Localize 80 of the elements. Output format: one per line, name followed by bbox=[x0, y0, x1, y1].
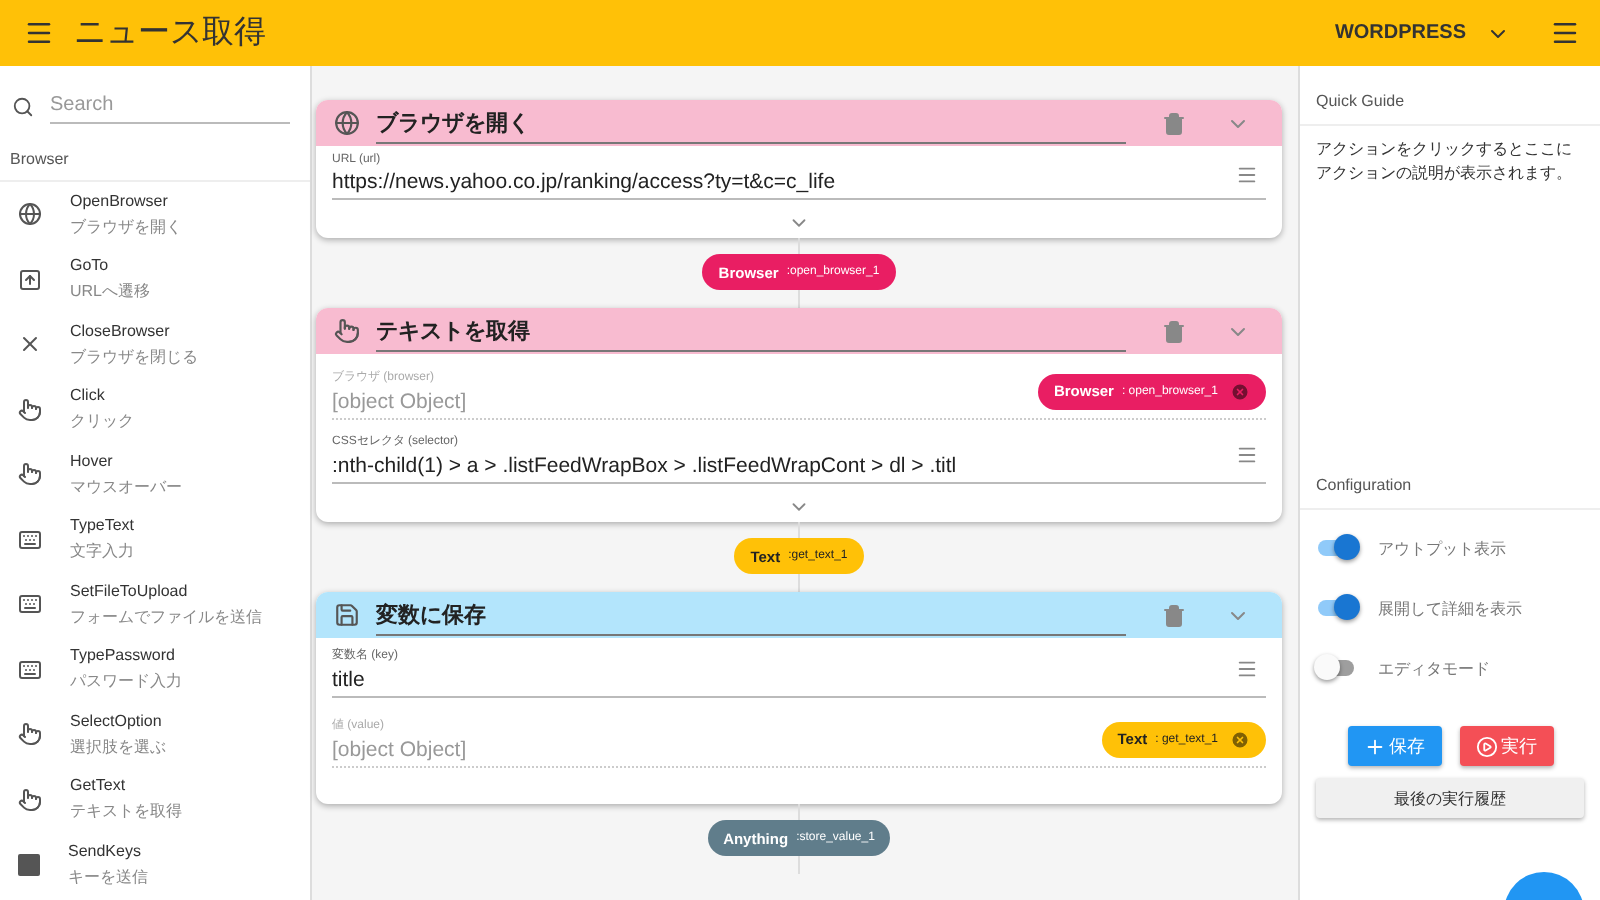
field-value: https://news.yahoo.co.jp/ranking/access?ty=t&c=c_life bbox=[332, 170, 838, 194]
action-name: TypePassword bbox=[70, 646, 177, 665]
field-placeholder: [object Object] bbox=[332, 738, 469, 762]
action-description: 文字入力 bbox=[70, 540, 135, 563]
section-label: Browser bbox=[0, 130, 310, 182]
menu-icon[interactable] bbox=[1236, 163, 1258, 185]
pointer-hand-icon bbox=[18, 787, 42, 812]
menu-icon[interactable] bbox=[24, 18, 54, 48]
sidebar-item[interactable]: SetFileToUpload フォームでファイルを送信 bbox=[0, 572, 310, 637]
field-value: :nth-child(1) > a > .listFeedWrapBox > .listFeedWrapCont > dl > .titl bbox=[332, 454, 959, 478]
action-description: URLへ遷移 bbox=[70, 280, 151, 303]
action-name: SendKeys bbox=[68, 841, 143, 860]
sidebar-item[interactable]: SendKeys キーを送信 bbox=[0, 832, 310, 897]
action-name: CloseBrowser bbox=[70, 321, 172, 340]
sidebar-item[interactable]: GoTo URLへ遷移 bbox=[0, 247, 310, 312]
action-description: キーを送信 bbox=[68, 865, 148, 888]
action-description: ブラウザを閉じる bbox=[70, 345, 198, 368]
action-name: Hover bbox=[70, 451, 115, 470]
search-icon bbox=[12, 95, 34, 117]
toggle-switch[interactable] bbox=[1318, 660, 1354, 676]
panel-title: Configuration bbox=[1300, 450, 1600, 510]
project-selector[interactable]: WORDPRESS bbox=[1334, 21, 1510, 45]
sidebar-item[interactable]: Hover マウスオーバー bbox=[0, 442, 310, 507]
menu-icon[interactable] bbox=[1236, 444, 1258, 466]
letter-key-icon bbox=[18, 853, 40, 876]
action-description: クリック bbox=[70, 410, 134, 433]
action-name: TypeText bbox=[70, 516, 135, 535]
sidebar-item[interactable]: Click クリック bbox=[0, 377, 310, 442]
sidebar-item[interactable]: OpenBrowser ブラウザを開く bbox=[0, 182, 310, 247]
save-icon bbox=[334, 602, 360, 628]
trash-icon[interactable] bbox=[1162, 319, 1186, 343]
action-name: SelectOption bbox=[70, 711, 164, 730]
toggle-label: 展開して詳細を表示 bbox=[1378, 597, 1522, 619]
action-description: パスワード入力 bbox=[70, 670, 182, 693]
pointer-hand-icon bbox=[18, 462, 42, 487]
action-name: SetFileToUpload bbox=[70, 581, 190, 600]
keyboard-icon bbox=[18, 592, 42, 617]
remove-icon[interactable] bbox=[1230, 381, 1250, 401]
close-icon bbox=[18, 332, 42, 357]
action-description: フォームでファイルを送信 bbox=[70, 605, 262, 628]
sidebar-item[interactable]: GetText テキストを取得 bbox=[0, 767, 310, 832]
panel-title: Quick Guide bbox=[1300, 66, 1600, 126]
pointer-hand-icon bbox=[18, 722, 42, 747]
menu-icon[interactable] bbox=[1236, 658, 1258, 680]
field-placeholder: [object Object] bbox=[332, 390, 469, 414]
guide-text: アクションをクリックするとここにアクションの説明が表示されます。 bbox=[1314, 138, 1574, 187]
sidebar-item[interactable]: SelectOption 選択肢を選ぶ bbox=[0, 702, 310, 767]
remove-icon[interactable] bbox=[1230, 729, 1250, 749]
action-description: 選択肢を選ぶ bbox=[70, 735, 166, 758]
action-description: テキストを取得 bbox=[70, 800, 182, 823]
action-name: GetText bbox=[70, 776, 128, 795]
toggle-label: エディタモード bbox=[1378, 657, 1490, 679]
app-title: ニュース取得 bbox=[74, 14, 268, 54]
card-title: テキストを取得 bbox=[376, 310, 1126, 352]
trash-icon[interactable] bbox=[1162, 111, 1186, 135]
sidebar-item[interactable]: TypePassword パスワード入力 bbox=[0, 637, 310, 702]
action-description: マウスオーバー bbox=[70, 475, 182, 498]
globe-icon bbox=[18, 202, 42, 227]
field-value: title bbox=[332, 668, 367, 692]
plus-icon bbox=[1363, 735, 1385, 757]
pointer-hand-icon bbox=[334, 318, 360, 344]
trash-icon[interactable] bbox=[1162, 603, 1186, 627]
pointer-hand-icon bbox=[18, 397, 42, 422]
keyboard-icon bbox=[18, 527, 42, 552]
toggle-switch[interactable] bbox=[1318, 540, 1354, 556]
globe-icon bbox=[334, 110, 360, 136]
history-button[interactable]: 最後の実行履歴 bbox=[1316, 778, 1584, 818]
toggle-switch[interactable] bbox=[1318, 600, 1354, 616]
sidebar-item[interactable]: CloseBrowser ブラウザを閉じる bbox=[0, 312, 310, 377]
keyboard-icon bbox=[18, 657, 42, 682]
card-title: ブラウザを開く bbox=[376, 102, 1126, 144]
action-name: GoTo bbox=[70, 256, 111, 275]
card-title: 変数に保存 bbox=[376, 594, 1126, 636]
sidebar-item[interactable]: TypeText 文字入力 bbox=[0, 507, 310, 572]
menu-icon[interactable] bbox=[1550, 18, 1580, 48]
action-name: Click bbox=[70, 386, 107, 405]
play-icon bbox=[1475, 735, 1497, 757]
action-description: ブラウザを開く bbox=[70, 215, 182, 238]
action-name: OpenBrowser bbox=[70, 191, 170, 210]
toggle-label: アウトプット表示 bbox=[1378, 537, 1506, 559]
